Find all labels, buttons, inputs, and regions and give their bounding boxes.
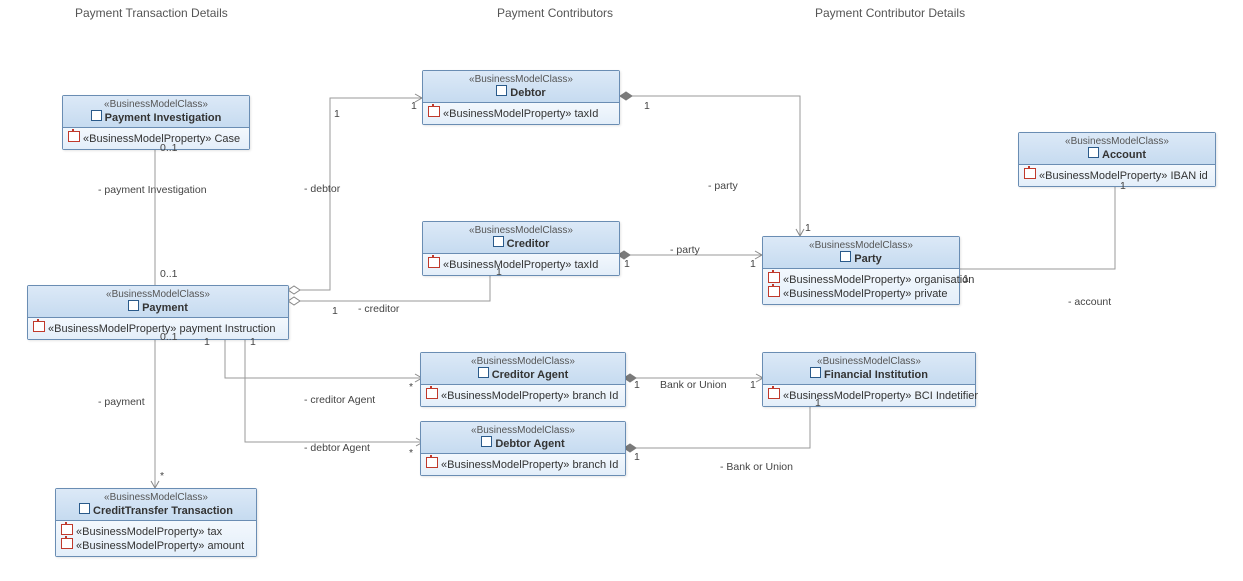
class-creditor[interactable]: «BusinessModelClass»Creditor «BusinessMo… (422, 221, 620, 276)
role-bank: - Bank or Union (720, 461, 793, 473)
mult: 1 (634, 379, 640, 391)
mult: 1 (496, 266, 502, 278)
diagram-canvas: Payment Transaction Details Payment Cont… (0, 0, 1243, 581)
role-bank: Bank or Union (660, 379, 727, 391)
class-payment-investigation[interactable]: «BusinessModelClass»Payment Investigatio… (62, 95, 250, 150)
class-creditor-agent[interactable]: «BusinessModelClass»Creditor Agent «Busi… (420, 352, 626, 407)
mult: * (409, 381, 413, 393)
class-credit-transfer[interactable]: «BusinessModelClass»CreditTransfer Trans… (55, 488, 257, 557)
role-party: - party (708, 180, 738, 192)
role-debtor-agent: - debtor Agent (304, 442, 370, 454)
role-payment-investigation: - payment Investigation (98, 184, 207, 196)
mult: 1 (750, 379, 756, 391)
mult: 1 (204, 336, 210, 348)
role-party: - party (670, 244, 700, 256)
mult: 0..1 (160, 331, 178, 343)
section-mid: Payment Contributors (497, 6, 613, 20)
class-party[interactable]: «BusinessModelClass»Party «BusinessModel… (762, 236, 960, 305)
mult: 1 (644, 100, 650, 112)
role-creditor: - creditor (358, 303, 399, 315)
mult: * (160, 470, 164, 482)
mult: 1 (250, 336, 256, 348)
section-right: Payment Contributor Details (815, 6, 965, 20)
mult: 1 (334, 108, 340, 120)
mult: 1 (750, 258, 756, 270)
mult: 1 (805, 222, 811, 234)
mult: 1 (332, 305, 338, 317)
class-payment[interactable]: «BusinessModelClass»Payment «BusinessMod… (27, 285, 289, 340)
mult: 1 (634, 451, 640, 463)
class-financial-institution[interactable]: «BusinessModelClass»Financial Institutio… (762, 352, 976, 407)
section-left: Payment Transaction Details (75, 6, 228, 20)
role-account: - account (1068, 296, 1111, 308)
mult: 1 (815, 397, 821, 409)
class-debtor[interactable]: «BusinessModelClass»Debtor «BusinessMode… (422, 70, 620, 125)
class-debtor-agent[interactable]: «BusinessModelClass»Debtor Agent «Busine… (420, 421, 626, 476)
mult: 1 (411, 100, 417, 112)
role-creditor-agent: - creditor Agent (304, 394, 375, 406)
mult: 1 (624, 258, 630, 270)
role-debtor: - debtor (304, 183, 340, 195)
class-account[interactable]: «BusinessModelClass»Account «BusinessMod… (1018, 132, 1216, 187)
mult: * (409, 447, 413, 459)
role-payment: - payment (98, 396, 145, 408)
mult: 1 (963, 273, 969, 285)
mult: 0..1 (160, 268, 178, 280)
mult: 0..1 (160, 142, 178, 154)
mult: 1 (1120, 180, 1126, 192)
